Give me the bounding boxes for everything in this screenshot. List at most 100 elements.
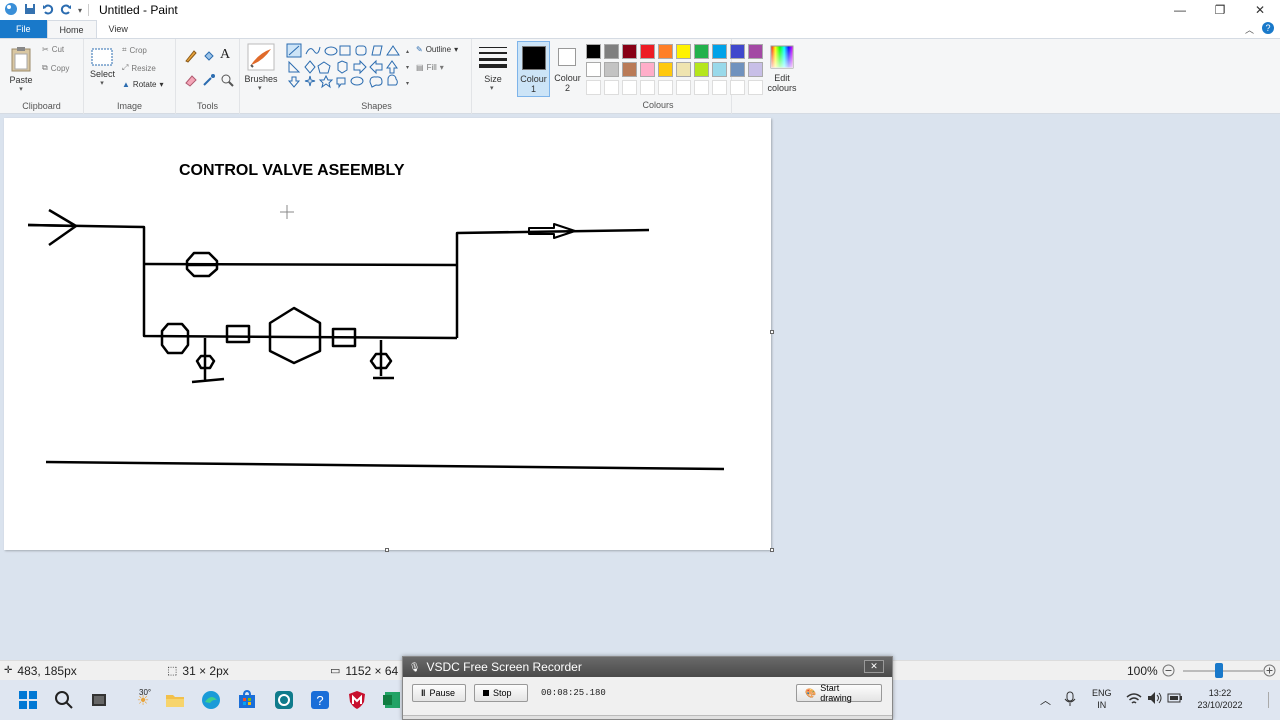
custom-colour-slot[interactable] <box>658 80 673 95</box>
help-app-button[interactable]: ? <box>308 688 332 712</box>
shapes-gallery[interactable]: ▴ ▾ ▾ <box>286 43 410 93</box>
custom-colour-slot[interactable] <box>676 80 691 95</box>
help-icon[interactable]: ? <box>1262 22 1274 36</box>
colour-swatch[interactable] <box>712 44 727 59</box>
fill-button[interactable]: ▤ Fill ▾ <box>416 63 444 72</box>
excel-button[interactable] <box>380 688 404 712</box>
fill-bucket-icon[interactable] <box>202 49 216 65</box>
resize-handle-corner[interactable] <box>770 548 774 552</box>
colour-swatch[interactable] <box>712 62 727 77</box>
colour-swatch[interactable] <box>748 62 763 77</box>
close-window-button[interactable]: ✕ <box>1240 0 1280 20</box>
start-drawing-button[interactable]: 🎨 Start drawing <box>796 683 882 703</box>
wifi-icon[interactable] <box>1126 692 1142 708</box>
text-tool-icon[interactable]: A <box>220 47 230 63</box>
colour-swatch[interactable] <box>586 44 601 59</box>
colour-swatch[interactable] <box>640 62 655 77</box>
magnifier-icon[interactable] <box>220 73 234 89</box>
custom-colour-slot[interactable] <box>604 80 619 95</box>
colour-picker-icon[interactable] <box>202 73 216 89</box>
colour-swatch[interactable] <box>730 44 745 59</box>
paste-button[interactable]: Paste ▾ <box>8 45 34 93</box>
zoom-slider-track[interactable] <box>1183 670 1263 672</box>
resize-handle-bottom[interactable] <box>385 548 389 552</box>
custom-colour-slot[interactable] <box>586 80 601 95</box>
custom-colour-slot[interactable] <box>748 80 763 95</box>
colour-swatch[interactable] <box>658 62 673 77</box>
colour-swatch[interactable] <box>676 44 691 59</box>
custom-colour-slot[interactable] <box>640 80 655 95</box>
select-button[interactable]: Select ▾ <box>90 47 115 87</box>
volume-icon[interactable] <box>1147 691 1163 707</box>
colour-swatch[interactable] <box>748 44 763 59</box>
recorder-close-button[interactable]: ✕ <box>864 660 884 673</box>
start-button[interactable] <box>16 688 40 712</box>
size-button[interactable]: Size ▾ <box>472 39 514 114</box>
custom-colour-slot[interactable] <box>694 80 709 95</box>
resize-button[interactable]: ⤢ Resize <box>122 63 156 73</box>
collapse-ribbon-icon[interactable]: ︿ <box>1245 23 1254 36</box>
paste-icon <box>11 47 31 72</box>
app-button-1[interactable] <box>272 688 296 712</box>
tab-file[interactable]: File <box>0 20 47 38</box>
custom-colour-slot[interactable] <box>622 80 637 95</box>
customize-quick-access-icon[interactable]: ▾ <box>78 6 82 15</box>
save-icon[interactable] <box>24 3 36 17</box>
eraser-icon[interactable] <box>184 73 198 89</box>
minimize-button[interactable]: — <box>1160 0 1200 20</box>
search-button[interactable] <box>52 688 76 712</box>
mcafee-button[interactable] <box>345 688 369 712</box>
colour-swatch[interactable] <box>622 44 637 59</box>
cut-button[interactable]: ✂ Cut <box>42 45 64 54</box>
colour2-button[interactable]: Colour 2 <box>551 41 584 97</box>
custom-colour-slot[interactable] <box>730 80 745 95</box>
colour-swatch[interactable] <box>604 62 619 77</box>
show-desktop-button[interactable] <box>1268 692 1269 708</box>
weather-widget[interactable]: ☀ 30° <box>125 688 161 712</box>
restore-button[interactable]: ❐ <box>1200 0 1240 20</box>
tab-home[interactable]: Home <box>46 20 97 38</box>
file-explorer-button[interactable] <box>163 688 187 712</box>
resize-handle-right[interactable] <box>770 330 774 334</box>
paint-app-icon[interactable] <box>4 2 18 18</box>
colour-swatch[interactable] <box>676 62 691 77</box>
rotate-label: Rotate <box>132 80 157 89</box>
edit-colours-button[interactable]: Edit colours <box>764 43 800 99</box>
brush-icon <box>247 43 275 71</box>
recorder-pause-button[interactable]: ‖ Pause <box>412 684 466 702</box>
colour-swatch[interactable] <box>586 62 601 77</box>
redo-icon[interactable] <box>60 3 72 17</box>
colour-swatch[interactable] <box>730 62 745 77</box>
colour-swatch[interactable] <box>694 62 709 77</box>
zoom-slider-thumb[interactable] <box>1215 663 1223 678</box>
crop-button[interactable]: ⌗ Crop <box>122 45 147 55</box>
rotate-icon: ▲ <box>122 80 130 89</box>
drawing-canvas[interactable]: CONTROL VALVE ASEEMBLY <box>4 118 771 550</box>
battery-icon[interactable] <box>1167 692 1183 706</box>
zoom-in-button[interactable] <box>1263 664 1276 680</box>
colour1-button[interactable]: Colour 1 <box>517 41 550 97</box>
outline-button[interactable]: ✎ Outline ▾ <box>416 45 458 54</box>
pencil-icon[interactable] <box>184 49 198 65</box>
colour-swatch[interactable] <box>604 44 619 59</box>
colour-swatch[interactable] <box>640 44 655 59</box>
copy-button[interactable]: ⧉ Copy <box>42 63 69 73</box>
undo-icon[interactable] <box>42 3 54 17</box>
microphone-icon[interactable] <box>1064 691 1076 709</box>
recorder-stop-button[interactable]: Stop <box>474 684 528 702</box>
show-hidden-icons-button[interactable]: ︿ <box>1040 692 1051 708</box>
clock[interactable]: 13:22 23/10/2022 <box>1191 687 1249 711</box>
brushes-button[interactable]: Brushes ▾ <box>240 39 282 114</box>
tab-view[interactable]: View <box>97 20 140 38</box>
edge-button[interactable] <box>199 688 223 712</box>
colour-swatch[interactable] <box>622 62 637 77</box>
store-button[interactable] <box>235 688 259 712</box>
move-cursor-icon: ✛ <box>4 665 13 676</box>
language-indicator[interactable]: ENG IN <box>1092 687 1112 711</box>
colour-swatch[interactable] <box>694 44 709 59</box>
task-view-button[interactable] <box>87 688 111 712</box>
colour-swatch[interactable] <box>658 44 673 59</box>
custom-colour-slot[interactable] <box>712 80 727 95</box>
rotate-button[interactable]: ▲ Rotate ▾ <box>122 80 164 89</box>
zoom-out-button[interactable] <box>1162 664 1175 680</box>
